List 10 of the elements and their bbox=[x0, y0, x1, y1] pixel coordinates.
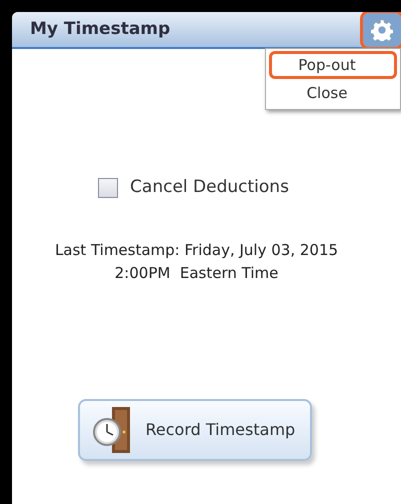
timestamp-text: 2:00PM Eastern Time bbox=[114, 262, 278, 284]
timestamp-text: Last Timestamp: Friday, July 03, 2015 bbox=[54, 240, 338, 260]
panel-title: My Timestamp bbox=[30, 18, 170, 41]
checkbox[interactable] bbox=[98, 178, 118, 198]
settings-button[interactable] bbox=[363, 12, 401, 46]
menu-item[interactable]: Pop-out bbox=[269, 51, 397, 79]
settings-icon bbox=[371, 18, 393, 40]
menu-item[interactable]: Close bbox=[269, 79, 397, 107]
checkbox-label: Cancel Deductions bbox=[130, 176, 289, 199]
record-timestamp-button[interactable]: Record Timestamp bbox=[78, 398, 312, 460]
